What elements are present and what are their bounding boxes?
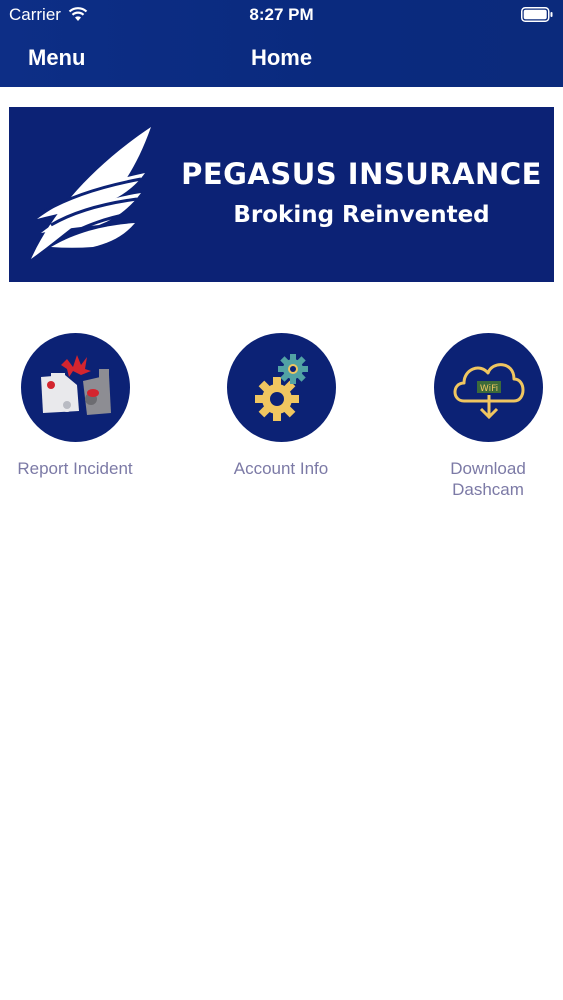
report-incident-label: Report Incident	[17, 459, 133, 478]
brand-name: PEGASUS INSURANCE	[181, 157, 542, 191]
status-bar: Carrier 8:27 PM	[0, 0, 563, 30]
hero-banner: PEGASUS INSURANCE Broking Reinvented	[9, 107, 554, 282]
clock: 8:27 PM	[249, 5, 314, 24]
cloud-wifi-download-icon: WiFi	[453, 363, 524, 420]
top-bar: Carrier 8:27 PM Menu Home	[0, 0, 563, 87]
account-info-button[interactable]: Account Info	[206, 333, 356, 479]
svg-text:WiFi: WiFi	[479, 384, 497, 394]
battery-icon	[521, 7, 553, 22]
menu-button[interactable]: Menu	[28, 45, 85, 71]
download-dashcam-button[interactable]: WiFi Download Dashcam	[413, 333, 563, 500]
download-dashcam-label: Download Dashcam	[450, 459, 526, 499]
car-crash-icon	[40, 355, 111, 415]
report-incident-button[interactable]: Report Incident	[0, 333, 150, 479]
report-incident-tile	[20, 333, 130, 442]
brand-tagline: Broking Reinvented	[233, 202, 490, 228]
gears-icon	[254, 354, 308, 421]
account-info-tile	[226, 333, 336, 442]
account-info-label: Account Info	[233, 459, 329, 478]
pegasus-wing-logo	[31, 127, 151, 259]
download-dashcam-tile: WiFi	[433, 333, 543, 442]
